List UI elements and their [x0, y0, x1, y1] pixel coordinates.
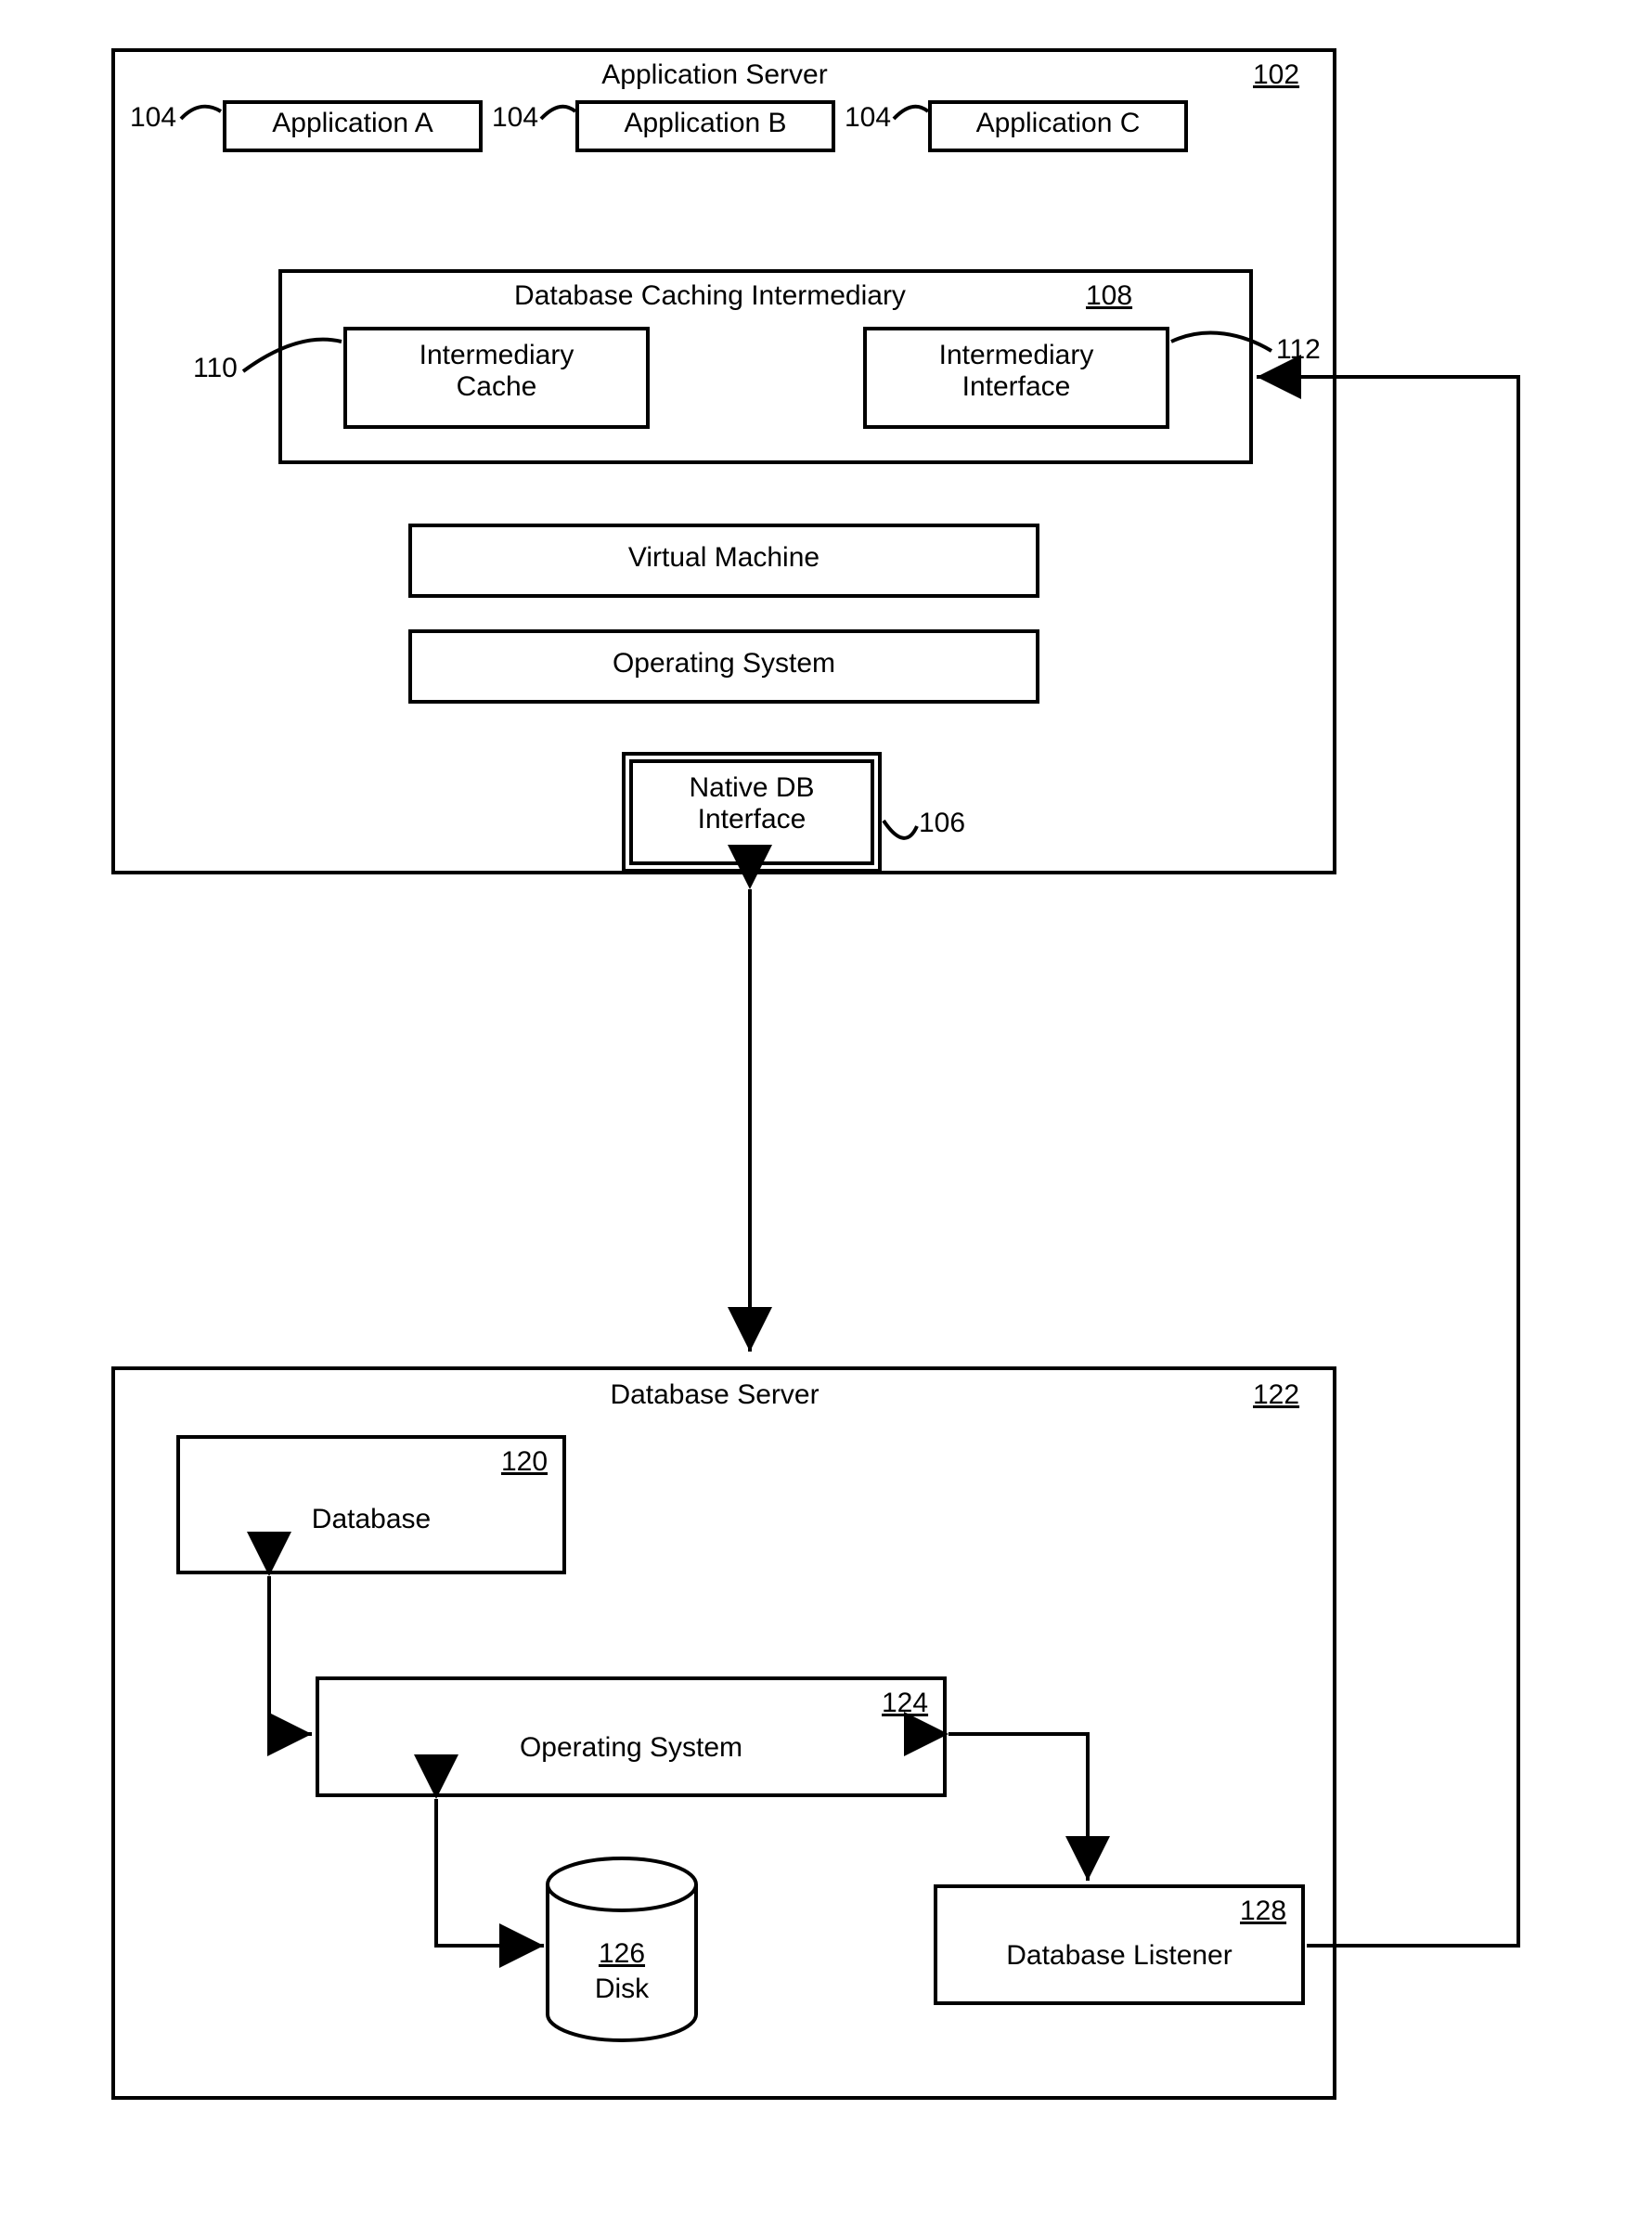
- native-db-interface-ref: 106: [919, 808, 965, 839]
- database-ref: 120: [501, 1446, 548, 1478]
- database-label: Database: [176, 1504, 566, 1535]
- diagram-canvas: Application Server 102 Application A 104…: [0, 0, 1652, 2213]
- app-os-label: Operating System: [408, 648, 1039, 679]
- db-server-ref: 122: [1253, 1379, 1299, 1411]
- intermediary-interface-ref: 112: [1276, 334, 1321, 366]
- intermediary-interface-label: Intermediary Interface: [863, 340, 1169, 403]
- app-c-ref: 104: [845, 102, 891, 134]
- disk-label: Disk: [557, 1974, 687, 2005]
- dci-title: Database Caching Intermediary: [399, 280, 1021, 312]
- intermediary-cache-label: Intermediary Cache: [343, 340, 650, 403]
- app-a-ref: 104: [130, 102, 176, 134]
- native-db-interface-label: Native DB Interface: [622, 772, 882, 835]
- database-listener-label: Database Listener: [934, 1940, 1305, 1972]
- application-a-label: Application A: [223, 108, 483, 139]
- database-listener-ref: 128: [1240, 1896, 1286, 1927]
- app-server-ref: 102: [1253, 59, 1299, 91]
- db-os-ref: 124: [882, 1688, 928, 1719]
- disk-ref: 126: [557, 1938, 687, 1970]
- db-server-title: Database Server: [483, 1379, 947, 1411]
- app-server-title: Application Server: [483, 59, 947, 91]
- db-os-label: Operating System: [316, 1732, 947, 1764]
- intermediary-cache-ref: 110: [193, 353, 238, 384]
- virtual-machine-label: Virtual Machine: [408, 542, 1039, 574]
- dci-ref: 108: [1086, 280, 1132, 312]
- app-b-ref: 104: [492, 102, 538, 134]
- application-b-label: Application B: [575, 108, 835, 139]
- application-c-label: Application C: [928, 108, 1188, 139]
